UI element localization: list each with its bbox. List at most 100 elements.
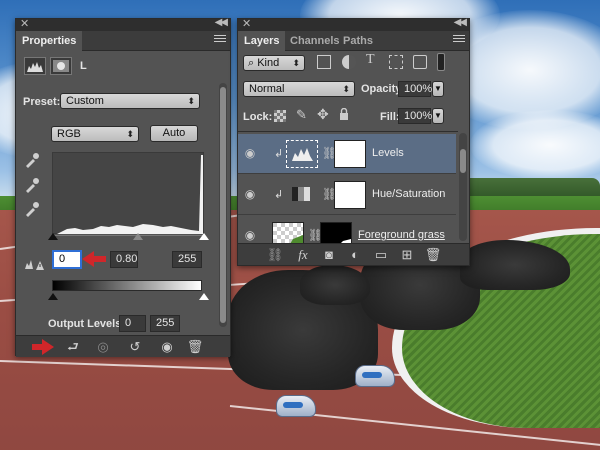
layer-row-hue-saturation[interactable]: ◉ ↲ ⛓ Hue/Saturation	[238, 175, 456, 215]
filter-toggle-icon[interactable]	[437, 53, 445, 71]
black-input-slider[interactable]	[48, 233, 58, 240]
visibility-eye-icon[interactable]: ◉	[243, 187, 257, 201]
panel-menu-icon[interactable]	[453, 35, 465, 45]
channel-select[interactable]: RGB ⬍	[51, 126, 139, 142]
filter-kind-value: Kind	[257, 57, 280, 69]
layer-mask-thumbnail[interactable]	[334, 140, 366, 168]
layer-name: Foreground grass	[358, 229, 445, 241]
input-slider-track	[52, 235, 204, 241]
layers-toolbar: ⛓ fx ◙ ◐ ▭ ⊞ 🗑	[238, 243, 469, 265]
output-black-field[interactable]: 0	[119, 315, 146, 332]
black-output-slider[interactable]	[48, 293, 58, 300]
layer-name: Hue/Saturation	[372, 188, 446, 200]
black-point-eyedropper-icon[interactable]	[24, 152, 40, 168]
panel-menu-icon[interactable]	[214, 35, 226, 45]
levels-adjustment-thumbnail	[286, 140, 318, 168]
collapse-icon[interactable]: ◀◀	[215, 17, 228, 28]
close-icon[interactable]: ✕	[20, 17, 29, 30]
scroll-thumb[interactable]	[220, 87, 226, 323]
new-adjustment-layer-icon[interactable]: ◐	[346, 247, 364, 263]
visibility-eye-icon[interactable]: ◉	[158, 339, 176, 355]
layer-list: ◉ ↲ ⛓ Levels ◉ ↲ ⛓ Hue/Saturation ◉ ⛓ Fo…	[238, 131, 458, 243]
layer-row-levels[interactable]: ◉ ↲ ⛓ Levels	[238, 134, 456, 174]
clip-arrow-icon: ↲	[274, 148, 284, 160]
panel-topbar: ✕ ◀◀	[238, 17, 469, 31]
output-gradient	[52, 280, 202, 291]
tab-paths[interactable]: Paths	[337, 31, 379, 51]
white-output-slider[interactable]	[199, 293, 209, 300]
fill-dropdown[interactable]: ▼	[432, 108, 444, 124]
fx-icon[interactable]: fx	[294, 247, 312, 263]
channel-value: RGB	[57, 128, 81, 140]
gray-input-slider[interactable]	[133, 233, 143, 240]
opacity-dropdown[interactable]: ▼	[432, 81, 444, 97]
layer-mask-icon[interactable]	[50, 57, 72, 75]
close-icon[interactable]: ✕	[242, 17, 251, 30]
trash-icon[interactable]: 🗑	[424, 247, 442, 263]
red-arrow-icon	[82, 251, 108, 267]
tab-layers[interactable]: Layers	[238, 31, 286, 51]
blend-mode-select[interactable]: Normal ⬍	[243, 81, 355, 97]
output-white-field[interactable]: 255	[150, 315, 180, 332]
clip-arrow-icon: ↲	[274, 189, 284, 201]
mask-indicator: L	[80, 60, 87, 72]
output-levels-label: Output Levels:	[48, 318, 126, 330]
visibility-eye-icon[interactable]: ◉	[243, 228, 257, 242]
layers-tabbar: Layers Channels Paths	[238, 31, 469, 51]
creature-head	[300, 265, 370, 305]
new-layer-icon[interactable]: ⊞	[398, 247, 416, 263]
preset-label: Preset:	[23, 96, 61, 108]
properties-scrollbar[interactable]	[219, 83, 227, 327]
collapse-icon[interactable]: ◀◀	[454, 17, 467, 28]
lock-image-icon[interactable]: ✎	[296, 107, 307, 123]
visibility-eye-icon[interactable]: ◉	[243, 146, 257, 160]
preset-select[interactable]: Custom ⬍	[60, 93, 200, 109]
input-gamma-field[interactable]: 0.80	[110, 251, 138, 268]
filter-shape-icon[interactable]	[389, 55, 403, 69]
input-white-field[interactable]: 255	[172, 251, 202, 268]
properties-tabbar: Properties	[16, 31, 230, 51]
view-previous-state-icon[interactable]: ◎	[94, 339, 112, 355]
new-group-icon[interactable]: ▭	[372, 247, 390, 263]
reset-icon[interactable]: ↺	[126, 339, 144, 355]
tab-properties[interactable]: Properties	[16, 31, 83, 51]
layers-panel: ✕ ◀◀ Layers Channels Paths ⌕ Kind ⬍ T No…	[237, 17, 470, 266]
opacity-field[interactable]: 100%	[398, 81, 432, 97]
fill-field[interactable]: 100%	[398, 108, 432, 124]
link-layers-icon[interactable]: ⛓	[266, 247, 284, 263]
lock-all-icon[interactable]	[339, 107, 349, 120]
clipping-warning-icon[interactable]	[24, 257, 44, 271]
lock-label: Lock:	[243, 111, 273, 123]
layer-mask-thumbnail[interactable]	[334, 181, 366, 209]
histogram	[52, 152, 204, 234]
filter-smart-object-icon[interactable]	[413, 55, 427, 69]
white-point-eyedropper-icon[interactable]	[24, 201, 40, 217]
clip-to-layer-icon[interactable]: ⮐	[64, 339, 82, 355]
filter-adjustment-icon[interactable]	[342, 55, 356, 69]
auto-button[interactable]: Auto	[150, 125, 198, 142]
gray-point-eyedropper-icon[interactable]	[24, 177, 40, 193]
search-icon: ⌕	[248, 57, 258, 69]
scroll-thumb[interactable]	[460, 149, 466, 173]
white-input-slider[interactable]	[199, 233, 209, 240]
filter-kind-select[interactable]: ⌕ Kind ⬍	[243, 55, 305, 71]
properties-toolbar: ⮐ ◎ ↺ ◉ 🗑	[16, 335, 230, 357]
layer-mask-thumbnail[interactable]	[320, 222, 352, 243]
levels-adjustment-icon[interactable]	[24, 57, 46, 75]
lock-position-icon[interactable]: ✥	[317, 106, 329, 123]
trash-icon[interactable]: 🗑	[186, 339, 204, 355]
lock-transparent-icon[interactable]	[274, 110, 286, 122]
blend-mode-value: Normal	[249, 83, 285, 95]
fill-label: Fill:	[380, 111, 400, 123]
preset-value: Custom	[66, 95, 104, 107]
layers-scrollbar[interactable]	[459, 133, 467, 241]
properties-panel: ✕ ◀◀ Properties L Preset: Custom ⬍ RGB ⬍…	[15, 17, 231, 357]
input-black-field[interactable]: 0	[52, 250, 82, 269]
filter-pixel-icon[interactable]	[317, 55, 331, 69]
updown-icon: ⬍	[292, 58, 300, 68]
filter-type-icon[interactable]: T	[366, 52, 375, 68]
layer-row-foreground-grass[interactable]: ◉ ⛓ Foreground grass	[238, 216, 456, 243]
add-mask-icon[interactable]: ◙	[320, 247, 338, 263]
hue-saturation-adjustment-thumbnail	[286, 181, 318, 209]
panel-topbar: ✕ ◀◀	[16, 17, 230, 31]
